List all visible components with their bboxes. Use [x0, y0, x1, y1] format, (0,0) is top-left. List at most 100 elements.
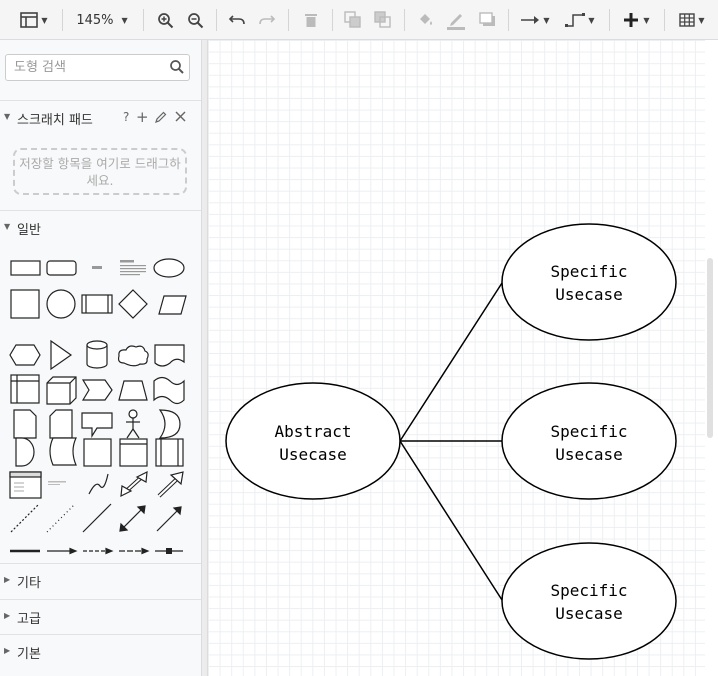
shape-search-box [5, 54, 190, 81]
shape-container[interactable] [9, 471, 42, 499]
shapes-sidebar: ▼ 스크래치 패드 ? + 저장할 항목을 여기로 드래그하세요. ▼ 일반 [0, 40, 202, 676]
shape-swimlane[interactable] [155, 438, 184, 467]
shape-text[interactable] [83, 259, 112, 277]
shape-directional-connector[interactable] [156, 506, 182, 532]
toolbar-separator [404, 9, 405, 31]
shape-rectangle[interactable] [10, 260, 41, 276]
node-label-line1: Abstract [274, 422, 351, 441]
shape-hexagon[interactable] [9, 344, 41, 366]
chevron-down-icon: ▼ [643, 15, 650, 25]
shape-callout[interactable] [81, 412, 113, 439]
undo-button[interactable] [226, 6, 248, 34]
chevron-down-icon: ▼ [698, 15, 705, 25]
shape-cube[interactable] [46, 376, 77, 405]
to-front-button[interactable] [342, 6, 364, 34]
shape-process[interactable] [81, 294, 113, 314]
delete-button[interactable] [300, 6, 322, 34]
shape-delay[interactable] [15, 437, 35, 467]
pencil-icon[interactable] [155, 111, 167, 127]
vertical-scrollbar-thumb[interactable] [707, 258, 713, 438]
shape-list-item[interactable] [48, 481, 66, 485]
close-icon[interactable] [175, 111, 186, 126]
shape-circle[interactable] [46, 289, 76, 319]
shape-bidirectional-arrow[interactable] [120, 470, 148, 498]
toolbar-separator [508, 9, 509, 31]
shape-dotted-line[interactable] [46, 503, 76, 533]
connector-to-specific-3[interactable] [399, 440, 503, 601]
chevron-down-icon: ▼ [121, 15, 128, 25]
section-title: 기타 [17, 576, 41, 591]
shape-square-2[interactable] [83, 438, 112, 467]
shape-link-dotted[interactable] [119, 547, 150, 555]
table-button[interactable]: ▼ [674, 6, 710, 34]
abstract-usecase-node[interactable]: Abstract Usecase [225, 382, 401, 500]
shape-bidirectional-connector[interactable] [119, 505, 146, 532]
shadow-button[interactable] [476, 6, 500, 34]
shape-square[interactable] [10, 289, 40, 319]
shape-card[interactable] [49, 409, 73, 439]
diagram-canvas[interactable]: Abstract Usecase Specific Usecase Specif… [208, 40, 705, 676]
shape-frame[interactable] [119, 438, 148, 467]
shape-link-dashed[interactable] [83, 547, 114, 555]
toolbar-separator [664, 9, 665, 31]
shape-tape[interactable] [153, 376, 185, 405]
to-back-button[interactable] [372, 6, 394, 34]
section-header-advanced[interactable]: ▶ 고급 [0, 599, 201, 633]
scratchpad-help[interactable]: ? [123, 110, 129, 124]
redo-button[interactable] [256, 6, 278, 34]
zoom-in-button[interactable] [154, 6, 176, 34]
general-section-header[interactable]: ▼ 일반 [0, 210, 201, 244]
shape-note[interactable] [13, 409, 37, 439]
shape-line[interactable] [82, 503, 112, 533]
shadow-icon [479, 12, 495, 26]
fill-color-button[interactable] [414, 6, 438, 34]
shape-dashed-line[interactable] [10, 503, 40, 533]
arrow-right-icon [521, 16, 540, 24]
shape-trapezoid[interactable] [118, 380, 148, 401]
shape-cloud[interactable] [117, 345, 149, 367]
section-header-basic[interactable]: ▶ 기본 [0, 634, 201, 668]
shape-ellipse[interactable] [153, 258, 185, 278]
shape-diamond[interactable] [118, 289, 148, 319]
toolbar-separator [143, 9, 144, 31]
scratchpad-header[interactable]: ▼ 스크래치 패드 ? + [0, 100, 201, 134]
pencil-line-icon [447, 14, 465, 30]
shape-curve[interactable] [88, 473, 109, 495]
shape-stored-data[interactable] [49, 437, 77, 466]
scratchpad-drop-area[interactable]: 저장할 항목을 여기로 드래그하세요. [13, 148, 187, 195]
shape-triangle[interactable] [50, 339, 73, 371]
shape-parallelogram[interactable] [158, 295, 187, 315]
format-panel-button[interactable]: ▼ [16, 6, 52, 34]
toolbar-separator [609, 9, 610, 31]
specific-usecase-node-2[interactable]: Specific Usecase [501, 382, 677, 500]
insert-button[interactable]: ▼ [618, 6, 656, 34]
shape-step[interactable] [81, 379, 113, 401]
node-label-line1: Specific [550, 262, 627, 281]
chevron-down-icon: ▼ [41, 15, 48, 25]
triangle-right-icon: ▶ [4, 611, 11, 620]
search-icon[interactable] [169, 59, 185, 79]
zoom-out-button[interactable] [184, 6, 206, 34]
section-header-misc[interactable]: ▶ 기타 [0, 563, 201, 597]
shape-actor[interactable] [126, 409, 140, 439]
zoom-level: 145% [76, 12, 114, 28]
specific-usecase-node-1[interactable]: Specific Usecase [501, 223, 677, 341]
shape-arrow[interactable] [157, 471, 184, 498]
connection-style-button[interactable]: ▼ [518, 6, 552, 34]
shape-or[interactable] [158, 409, 181, 439]
shape-link-labeled[interactable] [155, 548, 183, 554]
shape-cylinder[interactable] [86, 340, 108, 369]
waypoints-button[interactable]: ▼ [562, 6, 598, 34]
shape-document[interactable] [154, 344, 185, 367]
specific-usecase-node-3[interactable]: Specific Usecase [501, 542, 677, 660]
shape-textbox[interactable] [120, 260, 146, 276]
shape-link-arrow[interactable] [47, 547, 78, 555]
shape-search-input[interactable] [6, 55, 164, 80]
waypoint-icon [565, 13, 586, 27]
connector-to-specific-1[interactable] [399, 282, 503, 442]
zoom-dropdown[interactable]: 145% ▼ [72, 6, 132, 34]
line-color-button[interactable] [444, 6, 468, 34]
plus-icon[interactable]: + [136, 108, 149, 126]
shape-rounded-rectangle[interactable] [46, 260, 77, 276]
shape-internal-storage[interactable] [10, 374, 40, 404]
